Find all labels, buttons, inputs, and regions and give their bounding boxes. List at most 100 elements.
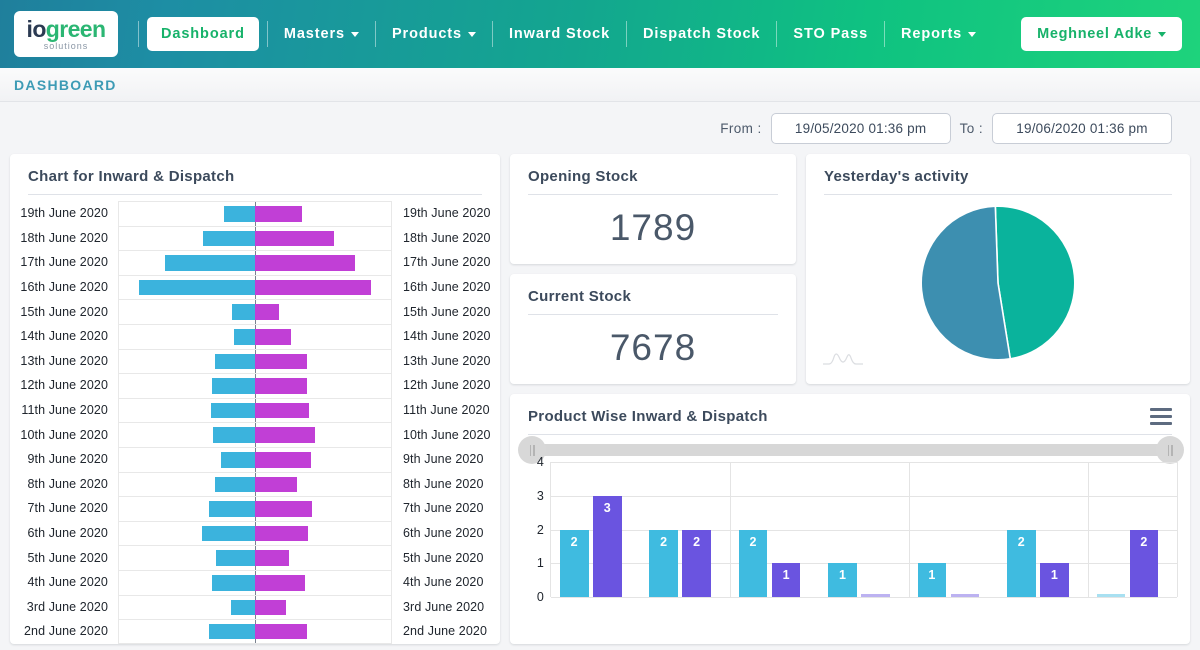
product-bar-dispatch[interactable]: 2	[1129, 529, 1159, 597]
tornado-bar-inward[interactable]	[232, 304, 255, 320]
nav-menu: Dashboard Masters Products Inward Stock …	[138, 11, 992, 57]
nav-item-sto-pass[interactable]: STO Pass	[777, 26, 884, 42]
bar-value-label: 1	[838, 568, 847, 583]
tornado-row-label-left: 14th June 2020	[20, 329, 108, 344]
tornado-bar-inward[interactable]	[230, 599, 255, 616]
tornado-bar-inward[interactable]	[202, 525, 255, 542]
tornado-row-plot	[118, 569, 392, 595]
tornado-row-plot	[118, 422, 392, 447]
tornado-bar-dispatch[interactable]	[255, 402, 310, 419]
range-slider-handle-right[interactable]	[1156, 436, 1184, 464]
product-wise-chart-card: Product Wise Inward & Dispatch 43210 232…	[510, 394, 1190, 644]
tornado-row-label-left: 5th June 2020	[27, 550, 108, 565]
gridline	[551, 495, 1177, 497]
product-chart-range-slider[interactable]	[510, 435, 1190, 464]
pie-slice-dispatch[interactable]	[920, 205, 1012, 361]
nav-label-masters: Masters	[283, 26, 345, 42]
tornado-bar-inward[interactable]	[209, 501, 255, 517]
tornado-bar-inward[interactable]	[216, 550, 255, 566]
opening-stock-card: Opening Stock 1789	[510, 154, 796, 264]
opening-stock-title: Opening Stock	[528, 168, 638, 185]
tornado-bar-inward[interactable]	[214, 476, 255, 493]
tornado-row-plot	[118, 446, 392, 472]
tornado-bar-dispatch[interactable]	[255, 353, 307, 370]
user-menu-button[interactable]: Meghneel Adke	[1021, 17, 1182, 51]
range-slider-track[interactable]	[518, 436, 1184, 464]
tornado-bar-inward[interactable]	[210, 402, 255, 419]
tornado-row-label-right: 8th June 2020	[403, 476, 484, 491]
product-wise-plot-area: 4 3 2 1 0 2 3 2 2 2 1 1 1 2 1 2	[510, 455, 1190, 612]
tornado-bar-dispatch[interactable]	[255, 304, 280, 320]
nav-item-inward-stock[interactable]: Inward Stock	[493, 26, 626, 42]
tornado-bar-dispatch[interactable]	[255, 230, 334, 247]
tornado-bar-dispatch[interactable]	[255, 378, 307, 394]
nav-item-reports[interactable]: Reports	[885, 26, 992, 42]
current-stock-title: Current Stock	[528, 288, 632, 305]
tornado-row-label-left: 9th June 2020	[27, 452, 108, 467]
bar-value-label: 1	[782, 568, 790, 583]
tornado-bar-inward[interactable]	[203, 230, 255, 247]
product-bar-dispatch[interactable]: 1	[1040, 563, 1069, 597]
product-bar-dispatch[interactable]: 1	[771, 563, 801, 597]
tornado-bar-inward[interactable]	[220, 451, 255, 468]
yesterday-activity-card: Yesterday's activity	[806, 154, 1190, 384]
nav-item-masters[interactable]: Masters	[268, 26, 375, 42]
tornado-bar-dispatch[interactable]	[255, 255, 356, 271]
tornado-row: 10th June 2020 10th June 2020	[10, 422, 500, 447]
tornado-bar-inward[interactable]	[212, 378, 255, 394]
to-date-input[interactable]: 19/06/2020 01:36 pm	[992, 112, 1172, 144]
tornado-row: 2nd June 2020 2nd June 2020	[10, 619, 500, 644]
tornado-bar-inward[interactable]	[213, 427, 255, 443]
nav-item-dashboard[interactable]: Dashboard	[147, 17, 259, 51]
tornado-row-label-right: 2nd June 2020	[403, 624, 488, 639]
tornado-bar-inward[interactable]	[139, 279, 255, 296]
current-stock-value: 7678	[609, 327, 697, 368]
vertical-gridline	[729, 462, 731, 597]
activity-pie-chart[interactable]	[918, 203, 1078, 363]
product-bar-inward[interactable]: 2	[649, 529, 678, 597]
inward-dispatch-tornado-chart: 19th June 2020 19th June 2020 18th June 20…	[10, 195, 500, 644]
product-bar-dispatch[interactable]	[861, 594, 890, 597]
tornado-bar-inward[interactable]	[209, 624, 255, 639]
tornado-bar-inward[interactable]	[214, 353, 255, 370]
product-bar-inward[interactable]: 2	[559, 529, 589, 597]
tornado-bar-dispatch[interactable]	[255, 279, 371, 296]
tornado-bar-dispatch[interactable]	[255, 624, 307, 639]
tornado-bar-dispatch[interactable]	[255, 206, 303, 222]
tornado-row-plot	[118, 225, 392, 251]
tornado-bar-inward[interactable]	[233, 328, 255, 345]
tornado-bar-inward[interactable]	[223, 206, 255, 222]
tornado-bar-dispatch[interactable]	[255, 501, 313, 517]
tornado-bar-dispatch[interactable]	[255, 599, 287, 616]
nav-item-dispatch-stock[interactable]: Dispatch Stock	[627, 26, 776, 42]
from-date-input[interactable]: 19/05/2020 01:36 pm	[770, 112, 951, 144]
tornado-bar-dispatch[interactable]	[255, 328, 291, 345]
product-bar-dispatch[interactable]: 2	[682, 529, 712, 597]
chart-menu-icon[interactable]	[1150, 408, 1172, 429]
tornado-bar-dispatch[interactable]	[255, 476, 297, 493]
product-bar-inward[interactable]	[1096, 594, 1126, 597]
tornado-bar-inward[interactable]	[212, 574, 255, 591]
nav-label-sto-pass: STO Pass	[793, 26, 869, 42]
tornado-row-label-right: 6th June 2020	[403, 526, 484, 541]
tornado-bar-dispatch[interactable]	[255, 550, 290, 566]
tornado-row: 12th June 2020 12th June 2020	[10, 373, 500, 398]
logo-subtitle: solutions	[43, 40, 89, 51]
product-bar-inward[interactable]: 1	[917, 563, 947, 597]
product-bar-inward[interactable]: 2	[738, 529, 768, 597]
tornado-row-label-right: 16th June 2020	[403, 280, 491, 295]
tornado-row-label-left: 19th June 2020	[20, 206, 108, 221]
nav-item-products[interactable]: Products	[376, 26, 492, 42]
tornado-bar-dispatch[interactable]	[255, 451, 311, 468]
tornado-row-label-left: 17th June 2020	[20, 255, 108, 270]
product-bar-dispatch[interactable]	[950, 594, 980, 597]
product-bar-inward[interactable]: 2	[1007, 529, 1036, 597]
tornado-bar-dispatch[interactable]	[255, 574, 306, 591]
tornado-bar-dispatch[interactable]	[255, 427, 316, 443]
from-date-value: 19/05/2020 01:36 pm	[794, 120, 927, 136]
product-bar-dispatch[interactable]: 3	[593, 495, 622, 597]
tornado-bar-dispatch[interactable]	[255, 525, 308, 542]
tornado-bar-inward[interactable]	[164, 255, 255, 271]
app-logo[interactable]: iogreen solutions	[14, 11, 118, 57]
product-bar-inward[interactable]: 1	[828, 563, 857, 597]
